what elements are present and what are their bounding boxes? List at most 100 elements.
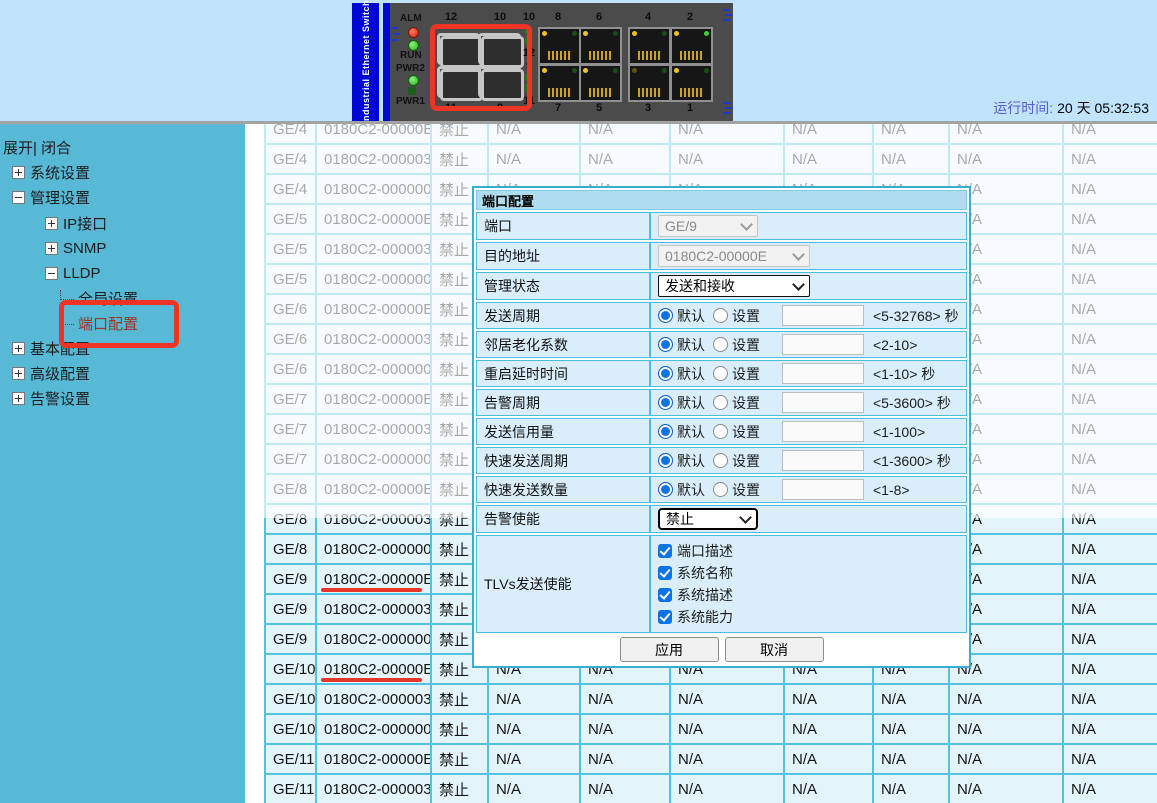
na-cell: N/A <box>1063 774 1157 803</box>
dialog-field-value: 默认设置<1-8> <box>650 476 967 503</box>
na-cell: N/A <box>784 684 873 714</box>
radio-set[interactable] <box>713 395 728 410</box>
sidebar-item-高级配置[interactable]: 高级配置 <box>12 364 90 382</box>
rj45-pins <box>548 88 572 97</box>
checkbox-checked[interactable] <box>658 588 672 602</box>
rj45-port <box>538 27 581 65</box>
chevron-down-icon <box>792 248 805 261</box>
rj45-led-left <box>632 31 637 36</box>
sidebar-item-IP接口[interactable]: IP接口 <box>45 214 107 232</box>
radio-set[interactable] <box>713 308 728 323</box>
apply-button[interactable]: 应用 <box>620 637 719 662</box>
dialog-field-label: TLVs发送使能 <box>476 535 650 633</box>
tree-toggle-expand-icon[interactable] <box>12 392 25 405</box>
radio-default-selected[interactable] <box>658 337 673 352</box>
sidebar-expand-collapse[interactable]: 展开| 闭合 <box>3 138 71 156</box>
value-input[interactable] <box>782 363 864 384</box>
value-input[interactable] <box>782 334 864 355</box>
radio-default-selected[interactable] <box>658 395 673 410</box>
checkbox-checked[interactable] <box>658 544 672 558</box>
select-告警使能[interactable]: 禁止 <box>658 508 758 530</box>
annotation-underline <box>321 678 422 682</box>
dialog-row-端口: 端口GE/9 <box>476 212 967 240</box>
radio-default-selected[interactable] <box>658 453 673 468</box>
rj45-led-right <box>613 31 618 36</box>
na-cell: N/A <box>784 714 873 744</box>
dialog-field-label: 目的地址 <box>476 242 650 270</box>
tree-toggle-expand-icon[interactable] <box>12 166 25 179</box>
tree-toggle-collapse-icon[interactable] <box>45 267 58 280</box>
sidebar-item-告警设置[interactable]: 告警设置 <box>12 389 90 407</box>
select-value: GE/9 <box>665 218 697 234</box>
checkbox-checked[interactable] <box>658 610 672 624</box>
radio-default-label: 默认 <box>677 480 705 500</box>
rj45-pins <box>548 51 572 60</box>
port-config-dialog: 端口配置 端口GE/9目的地址0180C2-00000E管理状态发送和接收发送周… <box>472 186 971 668</box>
device-brand-strip: Industrial Ethernet Switch <box>352 3 379 121</box>
range-hint: <1-8> <box>873 482 910 498</box>
select-目的地址: 0180C2-00000E <box>658 245 810 267</box>
radio-default-label: 默认 <box>677 451 705 471</box>
port-number: 4 <box>645 11 651 23</box>
address-cell: 0180C2-000000 <box>316 624 431 654</box>
na-cell: N/A <box>670 684 784 714</box>
tree-toggle-expand-icon[interactable] <box>12 367 25 380</box>
value-input[interactable] <box>782 392 864 413</box>
rj45-port <box>670 64 713 102</box>
na-cell: N/A <box>580 684 670 714</box>
sidebar-item-label: SNMP <box>63 240 106 257</box>
tree-toggle-expand-icon[interactable] <box>45 242 58 255</box>
radio-default-selected[interactable] <box>658 366 673 381</box>
sidebar-item-label: 高级配置 <box>30 363 90 384</box>
select-value: 发送和接收 <box>665 276 735 296</box>
value-input[interactable] <box>782 305 864 326</box>
value-input[interactable] <box>782 421 864 442</box>
rj45-pins <box>589 51 613 60</box>
port-cell: GE/9 <box>265 624 316 654</box>
radio-set[interactable] <box>713 482 728 497</box>
sidebar-item-LLDP[interactable]: LLDP <box>45 264 101 282</box>
dialog-row-重启延时时间: 重启延时时间默认设置<1-10> 秒 <box>476 360 967 387</box>
dialog-field-label: 告警使能 <box>476 505 650 533</box>
checkbox-label: 端口描述 <box>677 541 733 561</box>
value-input[interactable] <box>782 450 864 471</box>
device-edge-mark <box>723 19 730 21</box>
cancel-button[interactable]: 取消 <box>725 637 824 662</box>
radio-set[interactable] <box>713 366 728 381</box>
port-number: 3 <box>645 102 651 114</box>
range-hint: <5-3600> 秒 <box>873 393 951 413</box>
select-管理状态[interactable]: 发送和接收 <box>658 275 810 297</box>
radio-set[interactable] <box>713 337 728 352</box>
annotation-box-sfp-ports <box>430 24 532 111</box>
sidebar-item-SNMP[interactable]: SNMP <box>45 239 106 257</box>
na-cell: N/A <box>580 744 670 774</box>
 <box>48 273 55 274</box>
radio-set[interactable] <box>713 424 728 439</box>
radio-default-selected[interactable] <box>658 424 673 439</box>
na-cell: N/A <box>580 774 670 803</box>
checkbox-label: 系统描述 <box>677 585 733 605</box>
dialog-buttons: 应用 取消 <box>476 637 967 662</box>
radio-set-label: 设置 <box>732 364 760 384</box>
rj45-pins <box>680 88 704 97</box>
dialog-field-value: 默认设置<5-32768> 秒 <box>650 302 967 329</box>
radio-default-selected[interactable] <box>658 308 673 323</box>
checkbox-checked[interactable] <box>658 566 672 580</box>
value-input[interactable] <box>782 479 864 500</box>
sidebar-item-系统设置[interactable]: 系统设置 <box>12 163 90 181</box>
sidebar-item-管理设置[interactable]: 管理设置 <box>12 188 90 206</box>
port-number: 1 <box>687 102 693 114</box>
checkbox-label: 系统名称 <box>677 563 733 583</box>
tree-toggle-expand-icon[interactable] <box>45 217 58 230</box>
tree-toggle-expand-icon[interactable] <box>12 342 25 355</box>
dialog-field-label: 管理状态 <box>476 272 650 300</box>
port-cell: GE/8 <box>265 534 316 564</box>
radio-default-selected[interactable] <box>658 482 673 497</box>
dialog-row-管理状态: 管理状态发送和接收 <box>476 272 967 300</box>
radio-set[interactable] <box>713 453 728 468</box>
tree-toggle-collapse-icon[interactable] <box>12 191 25 204</box>
port-number: 5 <box>596 102 602 114</box>
rj45-led-right <box>662 31 667 36</box>
device-edge-mark <box>725 14 732 16</box>
select-value: 0180C2-00000E <box>665 248 767 264</box>
